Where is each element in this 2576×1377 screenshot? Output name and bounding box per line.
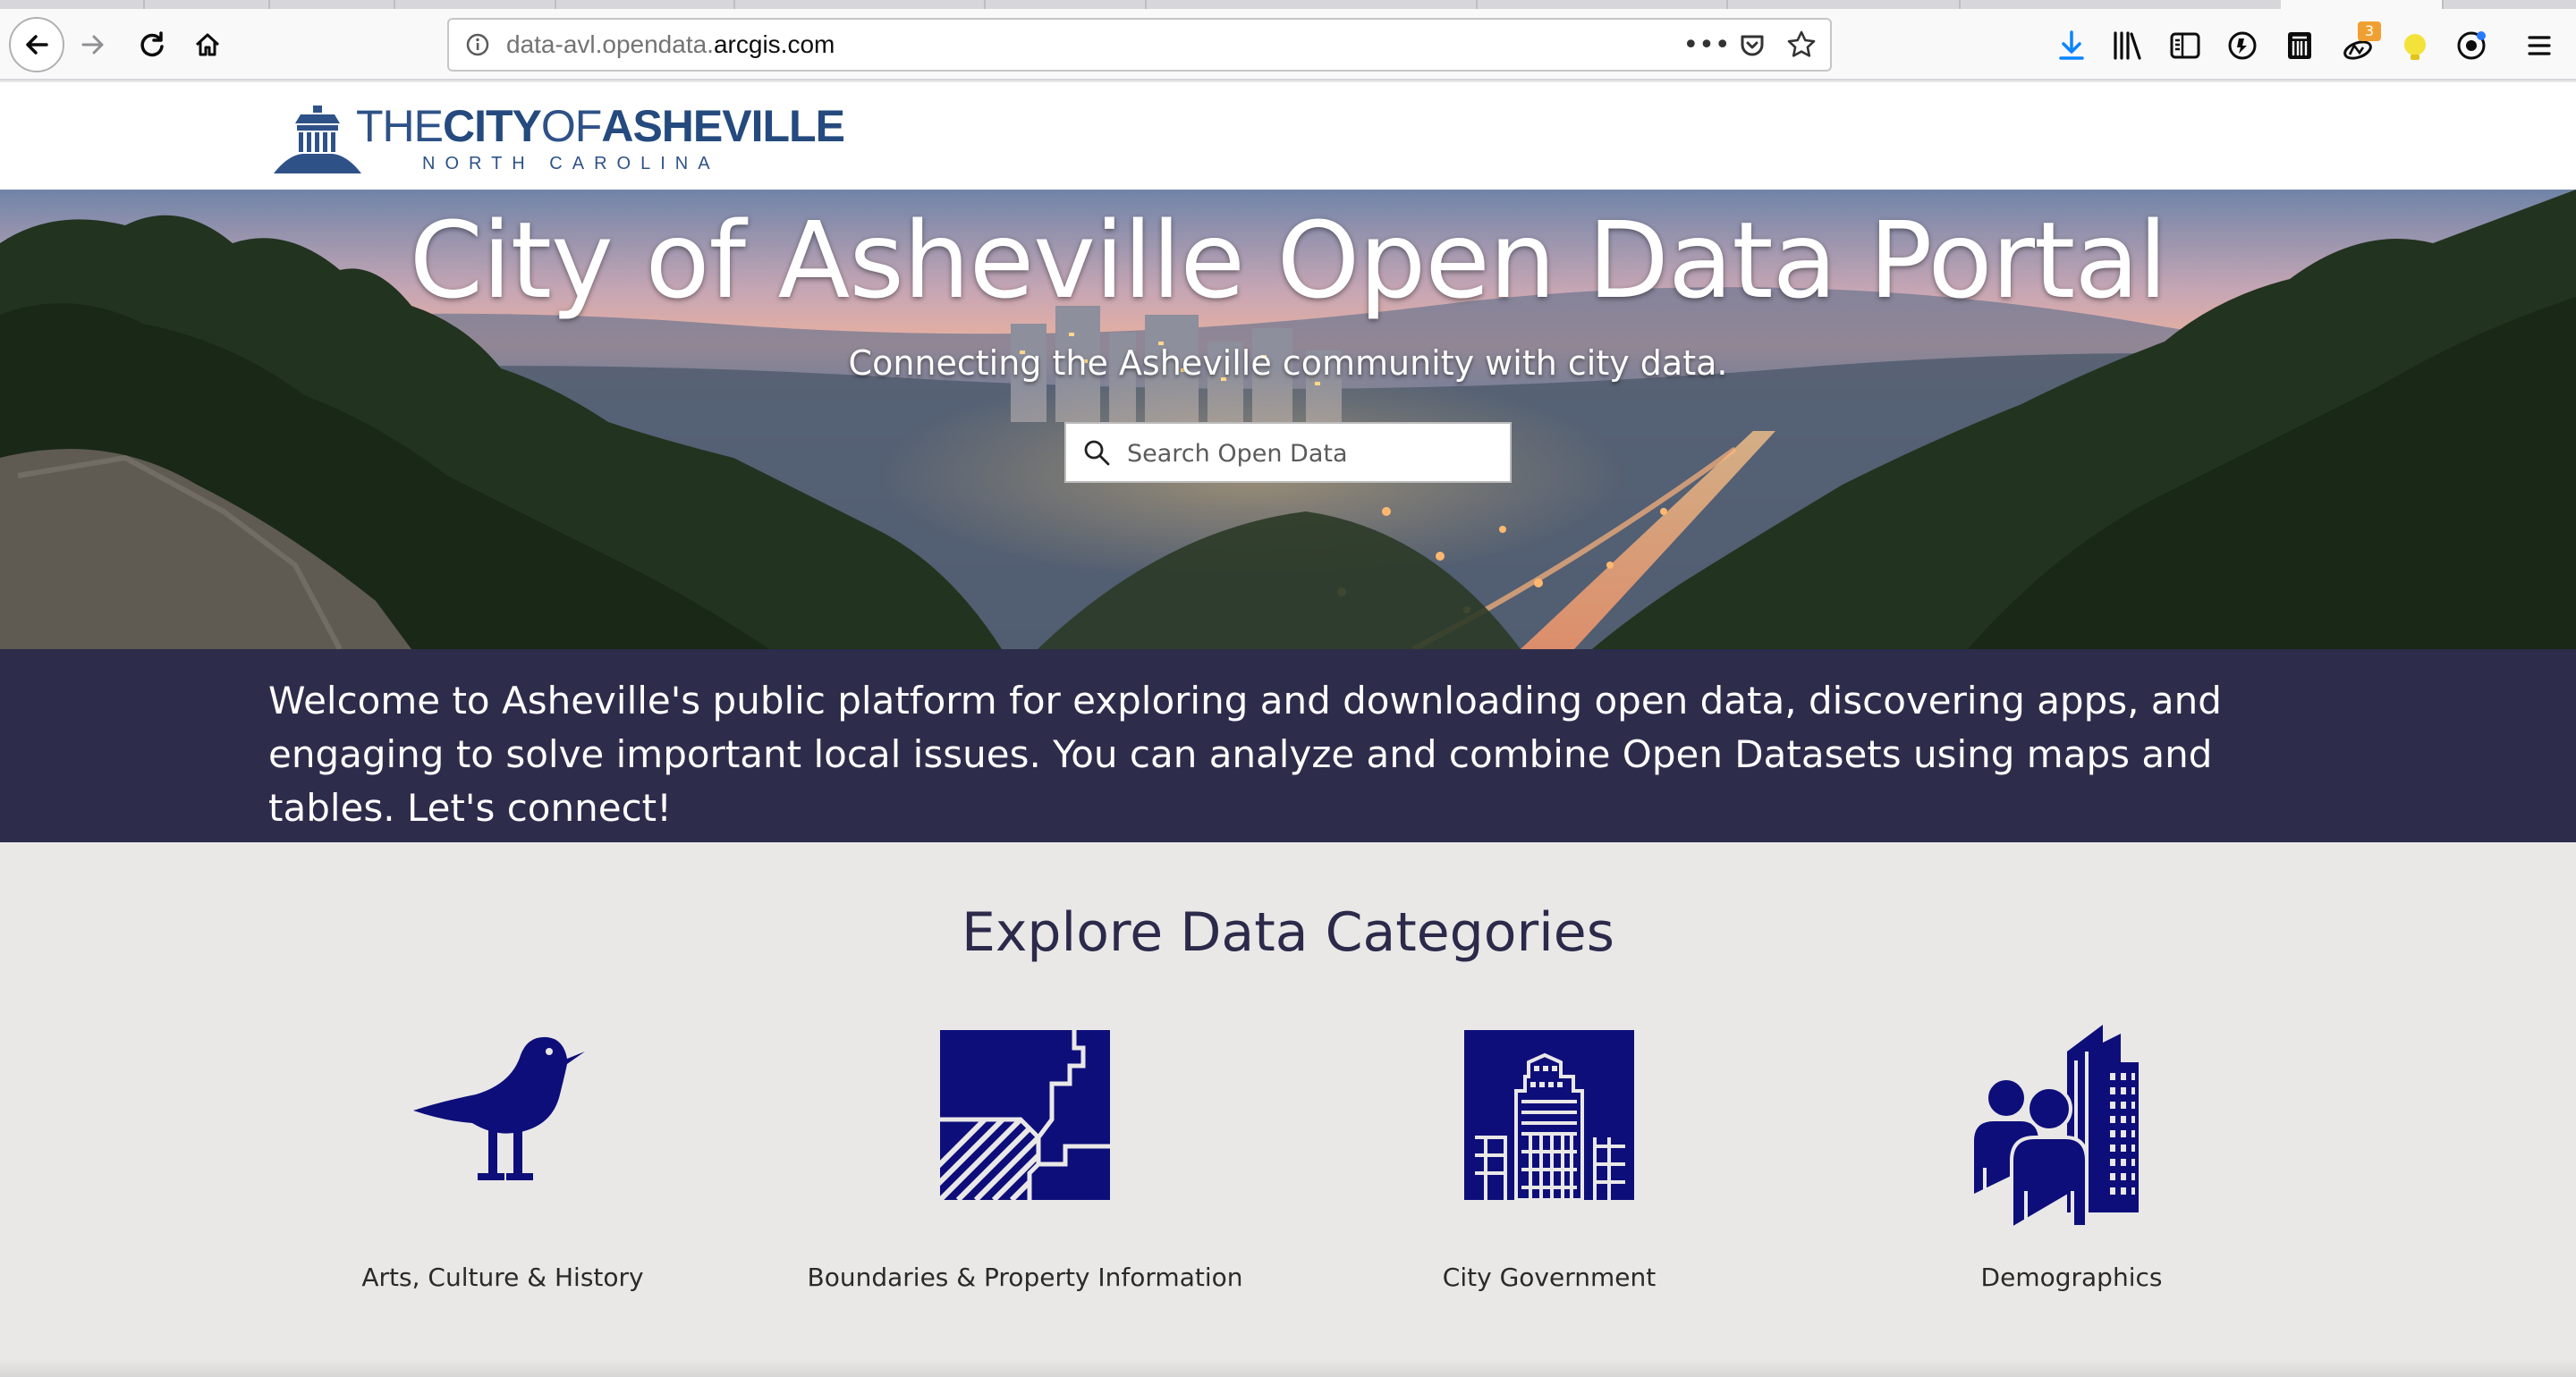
extension-icon[interactable] [2399,30,2431,64]
download-icon[interactable] [2055,29,2088,63]
url-bar[interactable]: data-avl.opendata.arcgis.com ••• [447,18,1832,72]
bird-icon [413,1036,585,1180]
browser-tab[interactable] [1726,0,1961,9]
hero-subtitle: Connecting the Asheville community with … [848,343,1728,383]
library-icon[interactable] [2111,29,2145,63]
category-label[interactable]: Boundaries & Property Information [775,1263,1275,1292]
search-input[interactable] [1125,424,1504,483]
reload-button[interactable] [127,20,177,70]
back-icon [26,35,48,55]
forward-button[interactable] [68,20,118,70]
browser-tab[interactable] [143,0,270,9]
reload-icon [140,31,164,57]
hero-banner: City of Asheville Open Data Portal Conne… [0,190,2576,649]
site-header: THECITYOFASHEVILLE NORTH CAROLINA [0,82,2576,190]
welcome-band: Welcome to Asheville's public platform f… [0,649,2576,842]
sidebar-icon[interactable] [2168,29,2202,63]
category-card-city-government[interactable]: City Government [1299,1030,1800,1325]
hero-title: City of Asheville Open Data Portal [409,199,2168,322]
category-card-boundaries[interactable]: Boundaries & Property Information [775,1030,1275,1325]
city-logo-link[interactable]: THECITYOFASHEVILLE NORTH CAROLINA [268,98,845,179]
extension-icon[interactable] [2283,29,2317,63]
site-info-icon[interactable] [465,32,490,57]
extension-badge: 3 [2358,21,2381,41]
city-hall-logo-icon [274,106,361,173]
url-text[interactable]: data-avl.opendata.arcgis.com [506,20,835,70]
category-card-demographics[interactable]: Demographics [1821,1025,2322,1325]
extension-icon[interactable] [2454,29,2488,63]
extension-icon[interactable] [2225,29,2259,63]
home-icon [195,33,220,56]
logo-state: NORTH CAROLINA [422,154,720,173]
home-button[interactable] [182,20,233,70]
forward-icon [81,35,104,55]
bottom-shadow [0,1359,2576,1377]
browser-tab[interactable] [1476,0,1728,9]
browser-tab[interactable] [1959,0,2283,9]
browser-tab[interactable] [733,0,986,9]
category-label[interactable]: City Government [1299,1263,1800,1292]
page-actions-icon[interactable]: ••• [1682,25,1730,64]
browser-tab[interactable] [0,0,145,9]
search-icon [1084,440,1110,466]
search-box[interactable] [1064,422,1512,483]
category-label[interactable]: Arts, Culture & History [252,1263,753,1292]
tab-strip [0,0,2576,9]
browser-tab[interactable] [555,0,735,9]
bookmark-star-icon[interactable] [1785,29,1818,61]
welcome-text: Welcome to Asheville's public platform f… [268,679,2222,830]
category-card-arts[interactable]: Arts, Culture & History [252,1030,753,1325]
people-buildings-icon [1970,1025,2139,1229]
browser-tab[interactable] [394,0,556,9]
browser-tab[interactable] [268,0,395,9]
browser-tab[interactable] [984,0,1147,9]
menu-icon[interactable] [2522,29,2556,63]
category-label[interactable]: Demographics [1821,1263,2322,1292]
parcel-map-icon [940,1030,1110,1200]
browser-tab[interactable] [1145,0,1478,9]
categories-section: Explore Data Categories Arts, Culture & … [0,842,2576,1377]
logo-wordmark: THECITYOFASHEVILLE [356,101,845,151]
back-button[interactable] [9,17,64,72]
browser-toolbar: data-avl.opendata.arcgis.com ••• 3 [0,9,2576,80]
categories-title: Explore Data Categories [962,901,1614,964]
pocket-icon[interactable] [1737,30,1767,61]
browser-tab-active[interactable] [2281,0,2444,9]
city-building-icon [1464,1030,1634,1200]
